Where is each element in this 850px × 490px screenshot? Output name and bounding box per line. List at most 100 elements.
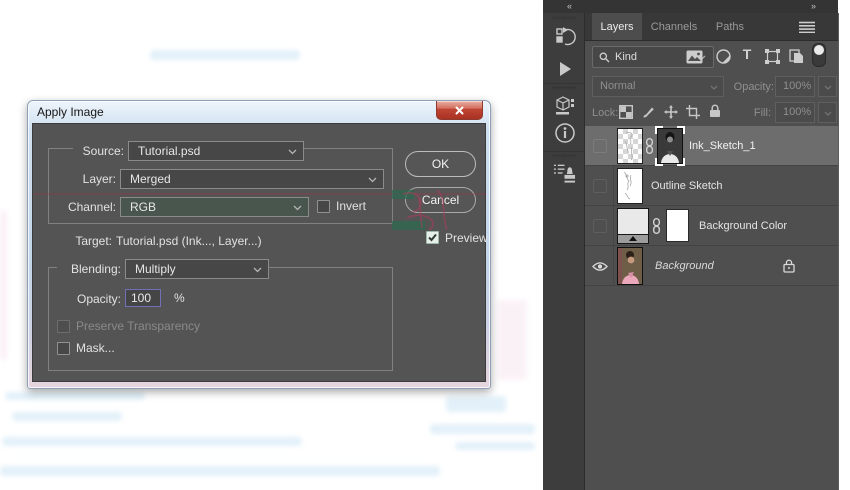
blending-dropdown[interactable]: Multiply [125, 259, 269, 279]
fill-layer-thumbnail[interactable] [617, 208, 649, 244]
opacity-input[interactable] [125, 289, 161, 307]
opacity-label: Opacity: [76, 292, 121, 306]
ok-button[interactable]: OK [405, 151, 476, 177]
layer-dropdown[interactable]: Merged [120, 169, 384, 189]
layer-mask-thumbnail[interactable] [655, 126, 685, 166]
fill-value[interactable]: 100% [775, 102, 815, 123]
layer-mask-thumbnail[interactable] [666, 209, 689, 242]
lock-all-icon[interactable] [707, 103, 723, 119]
chevron-down-icon [824, 111, 832, 116]
lock-row: Lock: Fill: 100% [585, 100, 838, 126]
source-dropdown[interactable]: Tutorial.psd [128, 141, 304, 161]
shape-layer-filter-icon[interactable] [763, 47, 781, 65]
adjustment-layer-filter-icon[interactable] [714, 47, 732, 65]
panel-menu-icon[interactable] [798, 18, 816, 36]
blending-label: Blending: [57, 260, 127, 279]
chevron-down-icon [824, 85, 832, 90]
drag-handle[interactable] [552, 16, 576, 20]
search-icon [599, 52, 610, 63]
lock-pixels-brush-icon[interactable] [641, 104, 657, 120]
layer-label: Layer: [73, 170, 122, 189]
chevron-down-icon [253, 267, 262, 273]
fill-label: Fill: [753, 107, 771, 119]
blend-mode-row: Normal Opacity: 100% [585, 73, 838, 100]
mask-label: Mask... [76, 341, 115, 355]
channel-value: RGB [130, 200, 157, 214]
blend-mode-dropdown[interactable]: Normal [592, 76, 724, 97]
panel-tabs-bar: Layers Channels Paths [585, 13, 838, 41]
cancel-button[interactable]: Cancel [405, 187, 476, 213]
dock-top-bar: « » [543, 0, 838, 13]
panel-opacity-value[interactable]: 100% [775, 76, 815, 97]
layer-name: Background [655, 260, 714, 272]
mask-checkbox[interactable] [57, 342, 70, 355]
source-value: Tutorial.psd [138, 144, 201, 158]
eye-icon[interactable] [592, 261, 608, 272]
layer-row-background[interactable]: Background [585, 246, 838, 286]
strip-divider [543, 151, 585, 152]
preview-label: Preview [445, 231, 488, 245]
preview-checkbox[interactable] [426, 231, 439, 244]
filter-row: Kind T [585, 40, 838, 73]
chevron-down-icon [710, 85, 718, 90]
lock-label: Lock: [592, 107, 619, 119]
panel-opacity-chevron[interactable] [818, 76, 837, 97]
apply-image-dialog: Apply Image Source: Tutorial.psd Layer: … [27, 100, 491, 389]
history-panel-icon[interactable] [553, 25, 576, 48]
actions-panel-icon[interactable] [553, 57, 576, 80]
lock-artboard-icon[interactable] [685, 104, 701, 120]
layer-row-background-color[interactable]: Background Color [585, 206, 838, 246]
visibility-toggle[interactable] [593, 179, 607, 193]
lock-position-icon[interactable] [663, 104, 679, 120]
check-icon [427, 232, 438, 243]
visibility-toggle[interactable] [593, 219, 607, 233]
layer-row-outline-sketch[interactable]: Outline Sketch [585, 166, 838, 206]
layer-name: Background Color [699, 220, 788, 232]
panel-icon-strip [543, 13, 585, 490]
dialog-body: Source: Tutorial.psd Layer: Merged Chann… [32, 123, 488, 382]
tab-channels[interactable]: Channels [642, 13, 706, 40]
tab-layers-label: Layers [600, 20, 634, 33]
lock-transparency-icon[interactable] [618, 104, 634, 120]
kind-filter-label: Kind [615, 51, 638, 63]
smart-object-filter-icon[interactable] [787, 47, 805, 65]
channel-label: Channel: [59, 198, 122, 217]
tab-layers[interactable]: Layers [592, 13, 642, 40]
close-button[interactable] [436, 101, 483, 120]
tab-paths[interactable]: Paths [706, 13, 754, 40]
filter-toggle-switch[interactable] [812, 43, 826, 67]
screenshot-root: Apply Image Source: Tutorial.psd Layer: … [0, 0, 850, 490]
layer-name: Ink_Sketch_1 [689, 140, 756, 152]
layer-value: Merged [130, 172, 171, 186]
tab-channels-label: Channels [650, 20, 698, 33]
collapse-left-dock-button[interactable]: « [567, 1, 572, 12]
3d-panel-icon[interactable] [553, 93, 576, 116]
layers-panel: Layers Channels Paths Kind T Normal Opac… [585, 13, 839, 490]
panel-opacity-label: Opacity: [733, 81, 774, 93]
blending-value: Multiply [135, 262, 176, 276]
ok-label: OK [431, 157, 450, 171]
type-layer-filter-icon[interactable]: T [738, 45, 756, 63]
collapse-right-dock-button[interactable]: » [811, 1, 816, 12]
fill-chevron[interactable] [818, 102, 837, 123]
target-label: Target: [75, 234, 112, 248]
drag-handle[interactable] [552, 86, 576, 90]
artifact-green-patch [392, 221, 425, 230]
invert-checkbox[interactable] [317, 200, 330, 213]
source-label: Source: [73, 142, 130, 161]
layer-comps-panel-icon[interactable] [553, 161, 576, 184]
drag-handle[interactable] [552, 154, 576, 158]
pixel-layer-filter-icon[interactable] [685, 48, 703, 66]
preserve-transparency-label: Preserve Transparency [76, 319, 201, 333]
layer-thumbnail[interactable] [617, 168, 643, 204]
info-panel-icon[interactable] [553, 121, 576, 144]
chevron-down-icon [288, 149, 297, 155]
channel-dropdown[interactable]: RGB [120, 197, 309, 217]
layer-row-ink-sketch-1[interactable]: Ink_Sketch_1 [585, 126, 838, 166]
preserve-transparency-checkbox [57, 320, 70, 333]
blend-mode-value: Normal [600, 80, 636, 92]
layer-thumbnail[interactable] [617, 128, 643, 164]
layer-thumbnail[interactable] [617, 247, 643, 285]
visibility-toggle[interactable] [593, 139, 607, 153]
tab-paths-label: Paths [715, 20, 745, 33]
